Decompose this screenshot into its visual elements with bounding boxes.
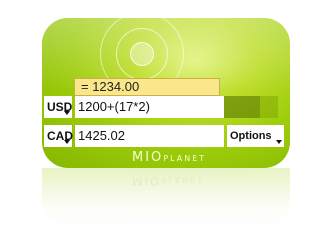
decor-block (260, 96, 278, 118)
calculation-result: = 1234.00 (74, 78, 220, 96)
from-currency-row: USD 1200+(17*2) (44, 96, 224, 118)
reflected-brand-suffix: PLANET (161, 175, 205, 184)
dropdown-arrow-icon (64, 111, 70, 115)
options-label: Options (230, 130, 272, 142)
brand-prefix: MIO (132, 150, 164, 165)
panel-reflection: MIOPLANET (42, 168, 290, 228)
brand-logo: MIOPLANET (132, 150, 206, 165)
currency-widget-stage: = 1234.00 USD 1200+(17*2) CAD 1425.02 Op… (0, 0, 319, 240)
reflected-brand-logo: MIOPLANET (132, 174, 204, 188)
to-amount-field[interactable]: 1425.02 (75, 125, 224, 147)
dropdown-arrow-icon (276, 140, 282, 144)
to-currency-select[interactable]: CAD (44, 125, 73, 147)
brand-suffix: PLANET (163, 154, 207, 163)
from-currency-select[interactable]: USD (44, 96, 72, 118)
decor-block (224, 96, 260, 118)
decor-circle (130, 42, 154, 66)
from-amount-input[interactable]: 1200+(17*2) (75, 96, 224, 118)
dropdown-arrow-icon (64, 140, 70, 144)
to-currency-row: CAD 1425.02 Options (44, 125, 284, 147)
options-menu-button[interactable]: Options (227, 125, 284, 147)
reflected-brand-prefix: MIO (132, 174, 162, 188)
